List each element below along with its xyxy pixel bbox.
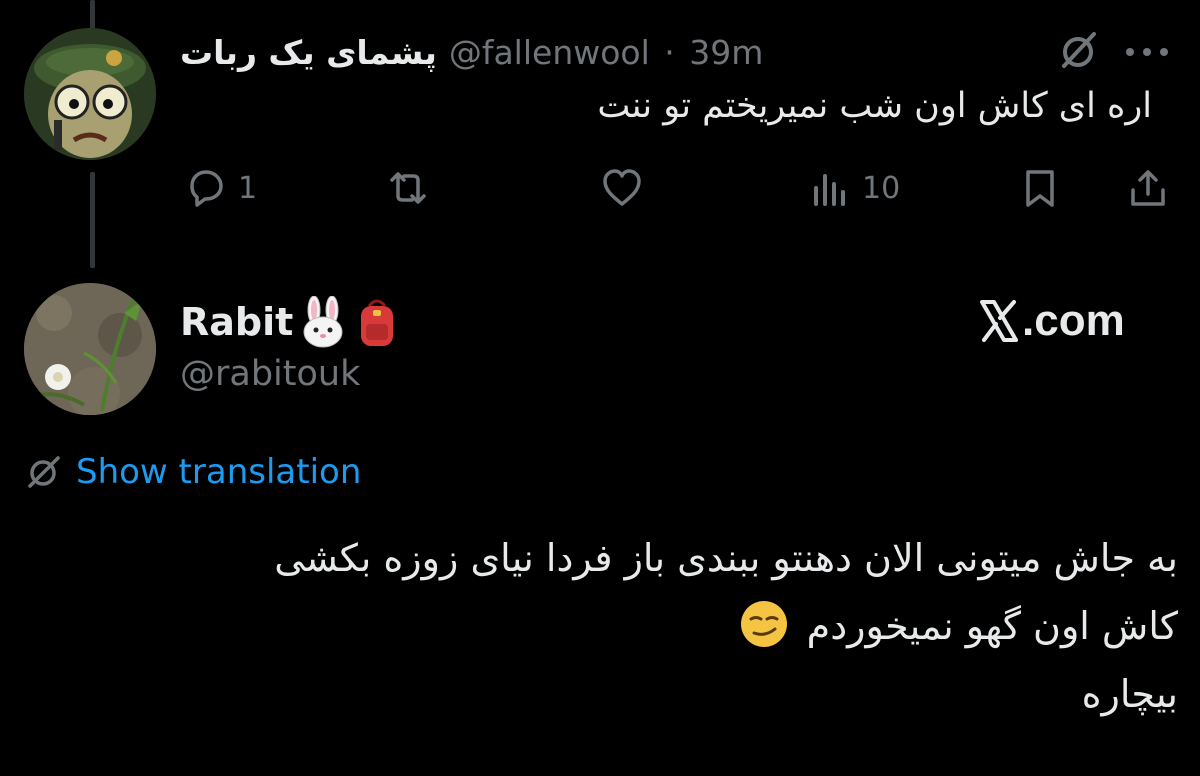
tweet2-handle[interactable]: @rabitouk <box>180 354 360 394</box>
reply-button[interactable]: 1 <box>184 160 257 216</box>
tweet2-body-line-3: بیچاره <box>1081 672 1178 716</box>
show-translation-link[interactable]: Show translation <box>76 452 361 492</box>
views-bar-chart-icon <box>814 174 845 206</box>
grok-translate-icon <box>28 456 60 488</box>
grok-icon[interactable] <box>1058 30 1102 70</box>
views-count: 10 <box>862 170 901 206</box>
more-options-icon[interactable] <box>1124 44 1170 58</box>
tweet1-avatar[interactable] <box>24 28 156 160</box>
tweet1-time[interactable]: 39m <box>689 33 763 72</box>
tweet2-body-line-2-wrap: کاش اون گهو نمیخوردم <box>18 592 1178 660</box>
tweet1-action-bar: 1 10 <box>0 160 1200 216</box>
tweet2-display-name[interactable]: Rabit <box>180 300 293 344</box>
tweet2-avatar[interactable] <box>24 283 156 415</box>
like-button[interactable] <box>600 160 654 216</box>
cartoon-soldier-avatar-icon <box>24 28 156 160</box>
tweet2-body: به جاش میتونی الان دهنتو ببندی باز فردا … <box>18 524 1178 728</box>
share-button[interactable] <box>1126 160 1170 216</box>
tweet1-display-name[interactable]: پشمای یک ربات <box>180 33 437 72</box>
tweet1-handle[interactable]: @fallenwool <box>449 33 650 72</box>
views-button[interactable]: 10 <box>808 160 900 216</box>
share-icon <box>1131 170 1165 206</box>
show-translation-row[interactable]: Show translation <box>26 452 361 492</box>
backpack-emoji-icon <box>361 299 394 346</box>
retweet-button[interactable] <box>386 160 440 216</box>
retweet-icon <box>390 172 426 204</box>
tweet2-body-line-2: کاش اون گهو نمیخوردم <box>806 604 1178 648</box>
tweet2-body-line-1: به جاش میتونی الان دهنتو ببندی باز فردا … <box>274 536 1178 580</box>
tweet1-text: اره ای کاش اون شب نمیریختم تو ننت <box>597 86 1152 126</box>
rabbit-face-emoji-icon <box>303 296 343 348</box>
x-logo-icon <box>980 300 1018 342</box>
thread-line-top <box>90 0 95 30</box>
tweet1-meta: @fallenwool · 39m <box>449 33 764 72</box>
tweet1-separator: · <box>664 32 675 72</box>
x-com-label: .com <box>1022 296 1125 345</box>
flower-photo-avatar-icon <box>24 283 156 415</box>
x-com-watermark: .com <box>978 296 1125 346</box>
bookmark-button[interactable] <box>1018 160 1062 216</box>
reply-count: 1 <box>238 170 258 206</box>
bookmark-icon <box>1026 170 1054 207</box>
tweet1-header: پشمای یک ربات @fallenwool · 39m <box>180 30 763 74</box>
tweet2-name-row: Rabit <box>180 296 401 348</box>
heart-icon <box>603 169 641 206</box>
smirking-face-emoji-icon <box>740 601 787 647</box>
reply-icon <box>190 170 223 207</box>
